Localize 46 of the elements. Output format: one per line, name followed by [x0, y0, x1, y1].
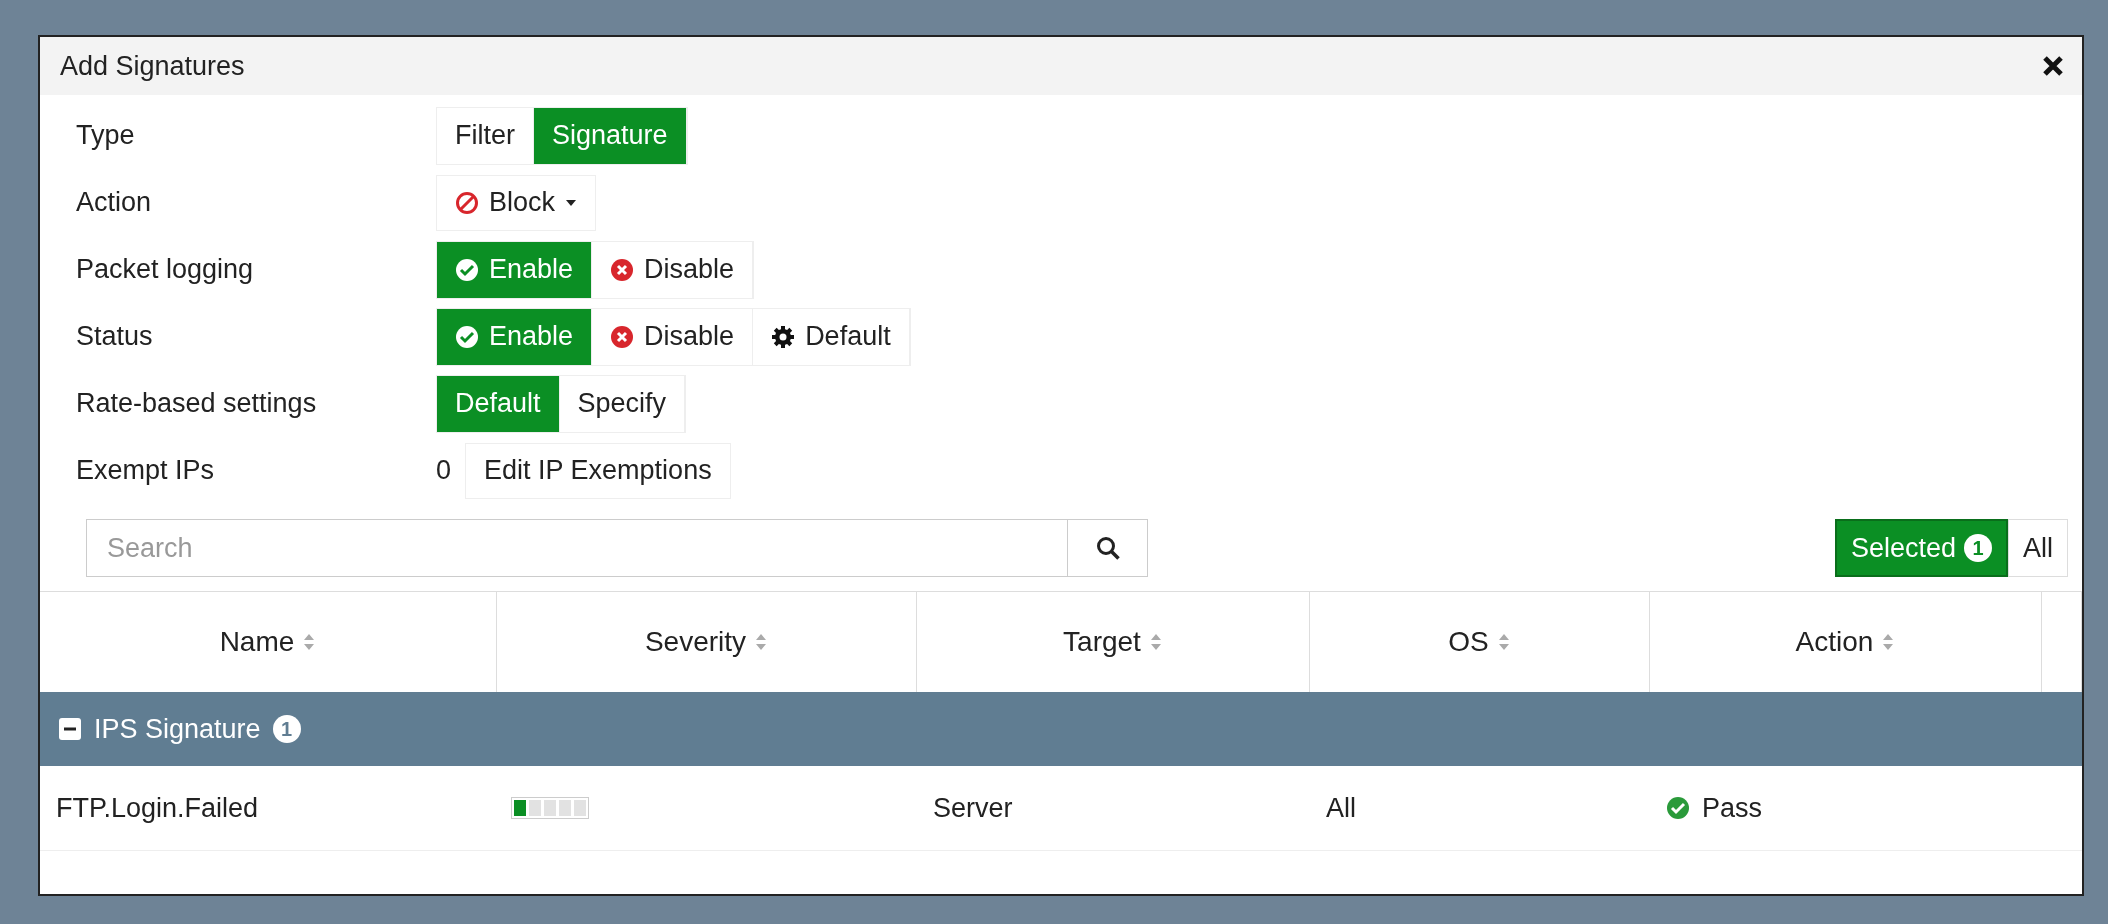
sort-icon[interactable]: [1496, 632, 1511, 652]
group-label: IPS Signature: [94, 713, 261, 745]
sort-icon[interactable]: [302, 632, 317, 652]
gear-icon: [771, 324, 796, 349]
column-header[interactable]: Name: [219, 626, 295, 658]
count-badge: 1: [1964, 534, 1992, 562]
table-cell-text: FTP.Login.Failed: [55, 792, 260, 824]
table-cell-text: Server: [932, 792, 1014, 824]
check-icon: [1666, 796, 1690, 820]
search-icon: [1094, 535, 1121, 561]
edit-exemptions-button[interactable]: Edit IP Exemptions: [465, 442, 731, 499]
dialog-title: Add Signatures: [60, 50, 245, 82]
table-cell: Pass: [1650, 792, 2042, 824]
toggle-option[interactable]: Enable: [437, 308, 593, 365]
close-circle-icon: [610, 324, 635, 349]
column-header[interactable]: Action: [1795, 626, 1874, 658]
close-circle-icon: [610, 257, 635, 282]
block-icon: [455, 190, 479, 215]
column-header[interactable]: Severity: [644, 626, 747, 658]
toggle-option[interactable]: Enable: [437, 241, 593, 298]
field-label: Rate-based settings: [76, 388, 318, 419]
check-icon: [455, 324, 479, 349]
search-button[interactable]: [1068, 519, 1148, 577]
field-label: Status: [76, 321, 154, 352]
collapse-icon[interactable]: [58, 717, 82, 741]
field-label: Packet logging: [76, 254, 255, 285]
search-field[interactable]: Search: [86, 519, 1068, 577]
sort-icon[interactable]: [1148, 632, 1163, 652]
field-label: Action: [76, 187, 153, 218]
exempt-count: 0: [436, 455, 452, 486]
view-toggle[interactable]: All: [2008, 519, 2068, 577]
toggle-option[interactable]: Default: [437, 375, 560, 432]
view-toggle[interactable]: Selected 1: [1834, 519, 2008, 577]
action-dropdown[interactable]: Block: [436, 174, 597, 231]
column-header[interactable]: OS: [1448, 626, 1489, 658]
check-icon: [455, 257, 479, 282]
caret-icon: [565, 198, 578, 207]
toggle-option[interactable]: Signature: [534, 107, 687, 164]
sort-icon[interactable]: [754, 632, 769, 652]
sort-icon[interactable]: [1881, 632, 1896, 652]
count-badge: 1: [272, 715, 301, 743]
field-label: Type: [76, 120, 136, 151]
close-icon: [2042, 54, 2064, 77]
field-label: Exempt IPs: [76, 455, 216, 486]
column-header[interactable]: Target: [1063, 626, 1141, 658]
table-cell-text: All: [1325, 792, 1357, 824]
